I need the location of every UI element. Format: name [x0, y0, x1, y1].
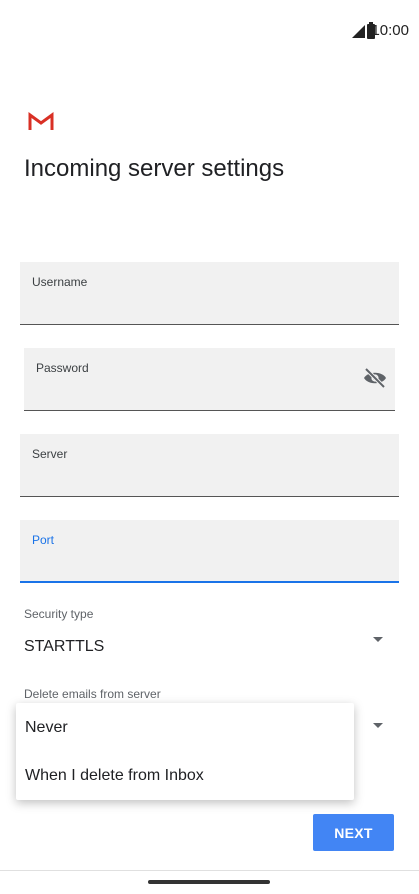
- security-type-select[interactable]: STARTTLS: [24, 638, 104, 656]
- next-button[interactable]: NEXT: [313, 814, 394, 851]
- password-field[interactable]: Password: [24, 348, 395, 411]
- signal-icon: [352, 25, 365, 38]
- delete-emails-label: Delete emails from server: [24, 687, 161, 701]
- server-label: Server: [32, 447, 68, 461]
- status-time: 10:00: [371, 22, 409, 39]
- menu-item-never[interactable]: Never: [16, 705, 354, 751]
- home-indicator[interactable]: [148, 880, 270, 884]
- delete-emails-dropdown-menu: Never When I delete from Inbox: [16, 703, 354, 800]
- server-field[interactable]: Server: [20, 434, 399, 497]
- nav-divider: [0, 870, 419, 871]
- username-label: Username: [32, 275, 88, 289]
- status-bar: 10:00: [0, 0, 419, 64]
- gmail-logo: [28, 112, 54, 130]
- port-label: Port: [32, 533, 55, 547]
- dropdown-caret-icon[interactable]: [373, 637, 383, 642]
- dropdown-caret-icon[interactable]: [373, 723, 383, 728]
- menu-item-when-i-delete-from-inbox[interactable]: When I delete from Inbox: [16, 753, 354, 799]
- password-label: Password: [36, 361, 89, 375]
- security-type-label: Security type: [24, 607, 94, 621]
- port-field[interactable]: Port: [20, 520, 399, 583]
- username-field[interactable]: Username: [20, 262, 399, 325]
- visibility-off-icon[interactable]: [363, 368, 387, 388]
- page-title: Incoming server settings: [24, 155, 285, 182]
